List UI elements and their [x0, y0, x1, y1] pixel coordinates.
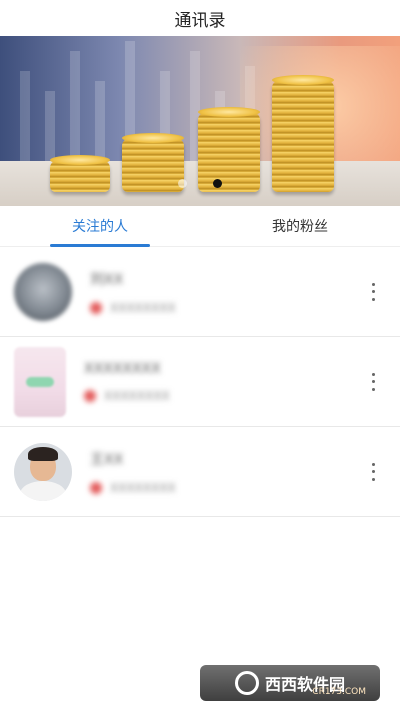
contact-subtitle-row: XXXXXXXX — [90, 301, 176, 315]
contact-info: 刘XX XXXXXXXX — [90, 269, 176, 315]
more-options-icon[interactable] — [370, 282, 376, 301]
contact-subtitle: XXXXXXXX — [110, 480, 176, 495]
contact-name: XXXXXXXX — [84, 360, 161, 377]
contact-name: 刘XX — [90, 271, 124, 288]
watermark-subtext: CR173.COM — [312, 687, 366, 697]
avatar[interactable] — [14, 442, 72, 501]
contact-list: 刘XX XXXXXXXX XXXXXXXX XXXXXXXX 王XX XXXXX… — [0, 247, 400, 517]
more-options-icon[interactable] — [370, 462, 376, 481]
carousel-indicator — [178, 179, 222, 188]
coin-stack-4 — [272, 75, 334, 192]
list-item[interactable]: 刘XX XXXXXXXX — [0, 247, 400, 337]
contact-info: XXXXXXXX XXXXXXXX — [84, 361, 170, 403]
avatar[interactable] — [14, 262, 72, 321]
watermark-badge: 西西软件园 CR173.COM — [200, 665, 380, 701]
carousel-dot[interactable] — [178, 179, 187, 188]
watermark-logo-icon — [234, 671, 259, 695]
contact-subtitle-row: XXXXXXXX — [84, 389, 170, 403]
list-item[interactable]: XXXXXXXX XXXXXXXX — [0, 337, 400, 427]
status-dot-icon — [84, 389, 96, 402]
status-dot-icon — [90, 481, 102, 494]
contact-subtitle-row: XXXXXXXX — [90, 481, 176, 495]
contact-subtitle: XXXXXXXX — [110, 300, 176, 315]
coin-stack-2 — [122, 133, 184, 192]
top-bar: 通讯录 — [0, 0, 400, 36]
banner-carousel[interactable] — [0, 36, 400, 206]
contact-name: 王XX — [90, 451, 124, 468]
coin-stack-1 — [50, 155, 110, 192]
status-dot-icon — [90, 301, 102, 314]
avatar[interactable] — [14, 346, 66, 417]
tab-following[interactable]: 关注的人 — [0, 206, 200, 246]
page-title: 通讯录 — [174, 10, 226, 31]
tab-followers[interactable]: 我的粉丝 — [200, 206, 400, 246]
tab-bar: 关注的人 我的粉丝 — [0, 206, 400, 247]
more-options-icon[interactable] — [370, 372, 376, 391]
carousel-dot-active[interactable] — [213, 179, 222, 188]
contact-subtitle: XXXXXXXX — [104, 388, 170, 403]
list-item[interactable]: 王XX XXXXXXXX — [0, 427, 400, 517]
contact-info: 王XX XXXXXXXX — [90, 449, 176, 495]
